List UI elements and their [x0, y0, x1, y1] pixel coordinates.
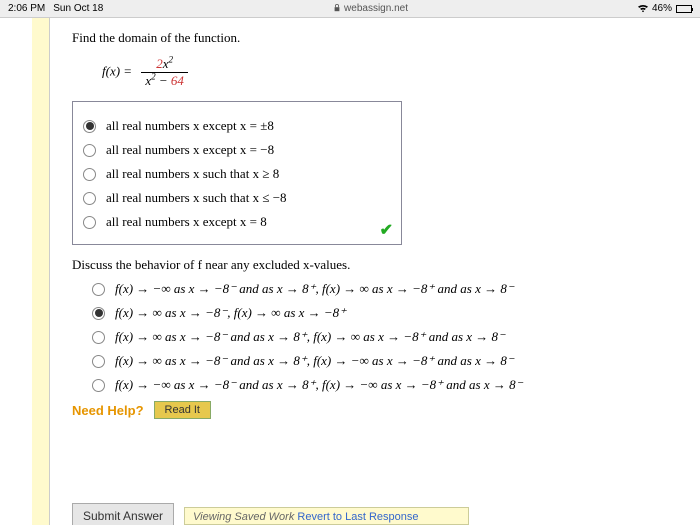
read-it-button[interactable]: Read It — [154, 401, 211, 419]
radio-icon[interactable] — [92, 331, 105, 344]
q2-option-4[interactable]: f(x) → −∞ as x → −8⁻ and as x → 8⁺, f(x)… — [92, 377, 670, 393]
status-domain: webassign.net — [344, 3, 408, 14]
denominator: x2 − 64 — [141, 73, 188, 89]
radio-icon[interactable] — [83, 144, 96, 157]
q1-option-0[interactable]: all real numbers x except x = ±8 — [83, 118, 391, 134]
radio-icon[interactable] — [83, 120, 96, 133]
option-label: all real numbers x except x = ±8 — [106, 118, 274, 134]
status-date: Sun Oct 18 — [53, 3, 103, 14]
q2-prompt: Discuss the behavior of f near any exclu… — [72, 257, 670, 273]
q2-options: f(x) → −∞ as x → −8⁻ and as x → 8⁺, f(x)… — [72, 281, 670, 393]
checkmark-icon: ✔ — [380, 220, 393, 240]
numerator: 2x2 — [141, 56, 188, 73]
q2-option-1[interactable]: f(x) → ∞ as x → −8⁻, f(x) → ∞ as x → −8⁺ — [92, 305, 670, 321]
function-definition: f(x) = 2x2 x2 − 64 — [102, 56, 670, 89]
footer: Submit Answer Viewing Saved Work Revert … — [72, 503, 469, 525]
status-time: 2:06 PM — [8, 3, 45, 14]
option-label: all real numbers x such that x ≤ −8 — [106, 190, 287, 206]
fx-label: f(x) = — [102, 63, 132, 78]
radio-icon[interactable] — [83, 168, 96, 181]
help-row: Need Help? Read It — [72, 401, 670, 419]
option-label: f(x) → −∞ as x → −8⁻ and as x → 8⁺, f(x)… — [115, 377, 522, 393]
radio-icon[interactable] — [92, 283, 105, 296]
option-label: f(x) → −∞ as x → −8⁻ and as x → 8⁺, f(x)… — [115, 281, 514, 297]
q1-options-box: all real numbers x except x = ±8 all rea… — [72, 101, 402, 245]
wifi-icon — [638, 5, 648, 13]
status-url: webassign.net — [103, 3, 638, 14]
radio-icon[interactable] — [83, 216, 96, 229]
option-label: f(x) → ∞ as x → −8⁻, f(x) → ∞ as x → −8⁺ — [115, 305, 346, 321]
status-bar: 2:06 PM Sun Oct 18 webassign.net 46% — [0, 0, 700, 18]
option-label: all real numbers x such that x ≥ 8 — [106, 166, 279, 182]
saved-work-notice: Viewing Saved Work Revert to Last Respon… — [184, 507, 469, 525]
option-label: f(x) → ∞ as x → −8⁻ and as x → 8⁺, f(x) … — [115, 329, 505, 345]
battery-icon — [676, 5, 692, 13]
battery-percent: 46% — [652, 3, 672, 14]
submit-answer-button[interactable]: Submit Answer — [72, 503, 174, 525]
q1-option-3[interactable]: all real numbers x such that x ≤ −8 — [83, 190, 391, 206]
radio-icon[interactable] — [83, 192, 96, 205]
radio-icon[interactable] — [92, 307, 105, 320]
left-margin-strip — [32, 18, 50, 525]
need-help-label: Need Help? — [72, 403, 144, 418]
option-label: all real numbers x except x = 8 — [106, 214, 267, 230]
q2-option-2[interactable]: f(x) → ∞ as x → −8⁻ and as x → 8⁺, f(x) … — [92, 329, 670, 345]
lock-icon — [333, 4, 341, 12]
q2-option-0[interactable]: f(x) → −∞ as x → −8⁻ and as x → 8⁺, f(x)… — [92, 281, 670, 297]
q1-option-2[interactable]: all real numbers x such that x ≥ 8 — [83, 166, 391, 182]
option-label: all real numbers x except x = −8 — [106, 142, 274, 158]
q1-option-4[interactable]: all real numbers x except x = 8 — [83, 214, 391, 230]
q1-option-1[interactable]: all real numbers x except x = −8 — [83, 142, 391, 158]
option-label: f(x) → ∞ as x → −8⁻ and as x → 8⁺, f(x) … — [115, 353, 514, 369]
radio-icon[interactable] — [92, 355, 105, 368]
revert-link[interactable]: Revert to Last Response — [297, 511, 418, 523]
q2-option-3[interactable]: f(x) → ∞ as x → −8⁻ and as x → 8⁺, f(x) … — [92, 353, 670, 369]
q1-prompt: Find the domain of the function. — [72, 30, 670, 46]
radio-icon[interactable] — [92, 379, 105, 392]
